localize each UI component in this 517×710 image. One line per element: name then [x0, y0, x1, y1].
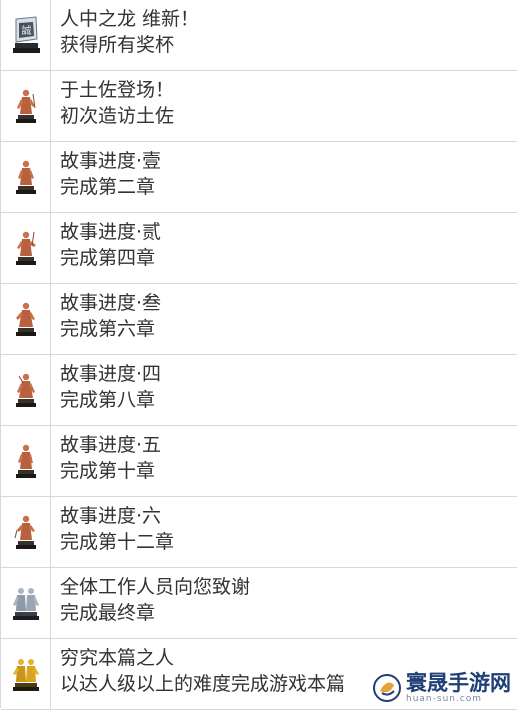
icon-cell: 誠 — [1, 0, 51, 70]
samurai-statue-bronze-icon — [13, 370, 39, 410]
watermark-url: huan-sun.com — [406, 694, 483, 704]
text-cell: 故事进度·叁 完成第六章 — [51, 284, 517, 354]
icon-cell — [1, 426, 51, 496]
text-cell: 全体工作人员向您致谢 完成最终章 — [51, 568, 517, 638]
trophy-description: 获得所有奖杯 — [60, 34, 175, 56]
icon-cell — [1, 639, 51, 709]
text-cell: 人中之龙 维新！ 获得所有奖杯 — [51, 0, 517, 70]
icon-cell — [1, 568, 51, 638]
trophy-description: 完成第十二章 — [60, 531, 175, 553]
trophy-description: 完成第四章 — [60, 247, 156, 269]
samurai-statue-bronze-icon — [13, 86, 39, 126]
watermark-logo-icon — [372, 673, 402, 703]
trophy-description: 完成第二章 — [60, 176, 156, 198]
list-item: 故事进度·六 完成第十二章 — [1, 497, 517, 568]
list-item: 故事进度·四 完成第八章 — [1, 355, 517, 426]
list-item: 故事进度·五 完成第十章 — [1, 426, 517, 497]
list-item: 誠 人中之龙 维新！ 获得所有奖杯 — [1, 0, 517, 71]
samurai-statue-bronze-icon — [13, 157, 39, 197]
list-item: 故事进度·贰 完成第四章 — [1, 213, 517, 284]
trophy-description: 完成第六章 — [60, 318, 156, 340]
trophy-title: 故事进度·叁 — [60, 292, 162, 314]
text-cell: 故事进度·六 完成第十二章 — [51, 497, 517, 567]
list-item: 故事进度·叁 完成第六章 — [1, 284, 517, 355]
trophy-description: 完成第十章 — [60, 460, 156, 482]
icon-cell — [1, 355, 51, 425]
samurai-statue-bronze-icon — [13, 441, 39, 481]
text-cell: 故事进度·五 完成第十章 — [51, 426, 517, 496]
list-item: 全体工作人员向您致谢 完成最终章 — [1, 568, 517, 639]
icon-cell — [1, 497, 51, 567]
icon-cell — [1, 284, 51, 354]
text-cell: 故事进度·壹 完成第二章 — [51, 142, 517, 212]
icon-cell — [1, 142, 51, 212]
trophy-title: 于土佐登场！ — [60, 79, 175, 101]
icon-cell — [1, 71, 51, 141]
list-item: 故事进度·壹 完成第二章 — [1, 142, 517, 213]
trophy-title: 人中之龙 维新！ — [60, 8, 200, 30]
text-cell: 于土佐登场！ 初次造访土佐 — [51, 71, 517, 141]
trophy-title: 穷究本篇之人 — [60, 647, 175, 669]
samurai-statue-silver-icon — [11, 583, 41, 623]
text-cell: 故事进度·贰 完成第四章 — [51, 213, 517, 283]
trophy-title: 全体工作人员向您致谢 — [60, 576, 251, 598]
trophy-title: 故事进度·四 — [60, 363, 162, 385]
samurai-statue-bronze-icon — [13, 512, 39, 552]
list-item: 于土佐登场！ 初次造访土佐 — [1, 71, 517, 142]
samurai-statue-bronze-icon — [13, 228, 39, 268]
svg-text:誠: 誠 — [21, 24, 31, 37]
seal-trophy-icon: 誠 — [10, 15, 42, 55]
watermark-text-block: 寰晟手游网 huan-sun.com — [406, 670, 511, 705]
site-watermark: 寰晟手游网 huan-sun.com — [372, 672, 511, 704]
trophy-description: 初次造访土佐 — [60, 105, 175, 127]
trophy-description: 完成第八章 — [60, 389, 156, 411]
trophy-title: 故事进度·壹 — [60, 150, 162, 172]
samurai-statue-bronze-icon — [13, 299, 39, 339]
watermark-title: 寰晟手游网 — [406, 670, 511, 695]
trophy-title: 故事进度·贰 — [60, 221, 162, 243]
trophy-title: 故事进度·六 — [60, 505, 162, 527]
trophy-title: 故事进度·五 — [60, 434, 162, 456]
text-cell: 故事进度·四 完成第八章 — [51, 355, 517, 425]
samurai-statue-gold-icon — [11, 654, 41, 694]
trophy-list: 誠 人中之龙 维新！ 获得所有奖杯 于土佐登场！ 初次造访土佐 故事进度·壹 完… — [0, 0, 517, 710]
icon-cell — [1, 213, 51, 283]
trophy-description: 完成最终章 — [60, 602, 156, 624]
